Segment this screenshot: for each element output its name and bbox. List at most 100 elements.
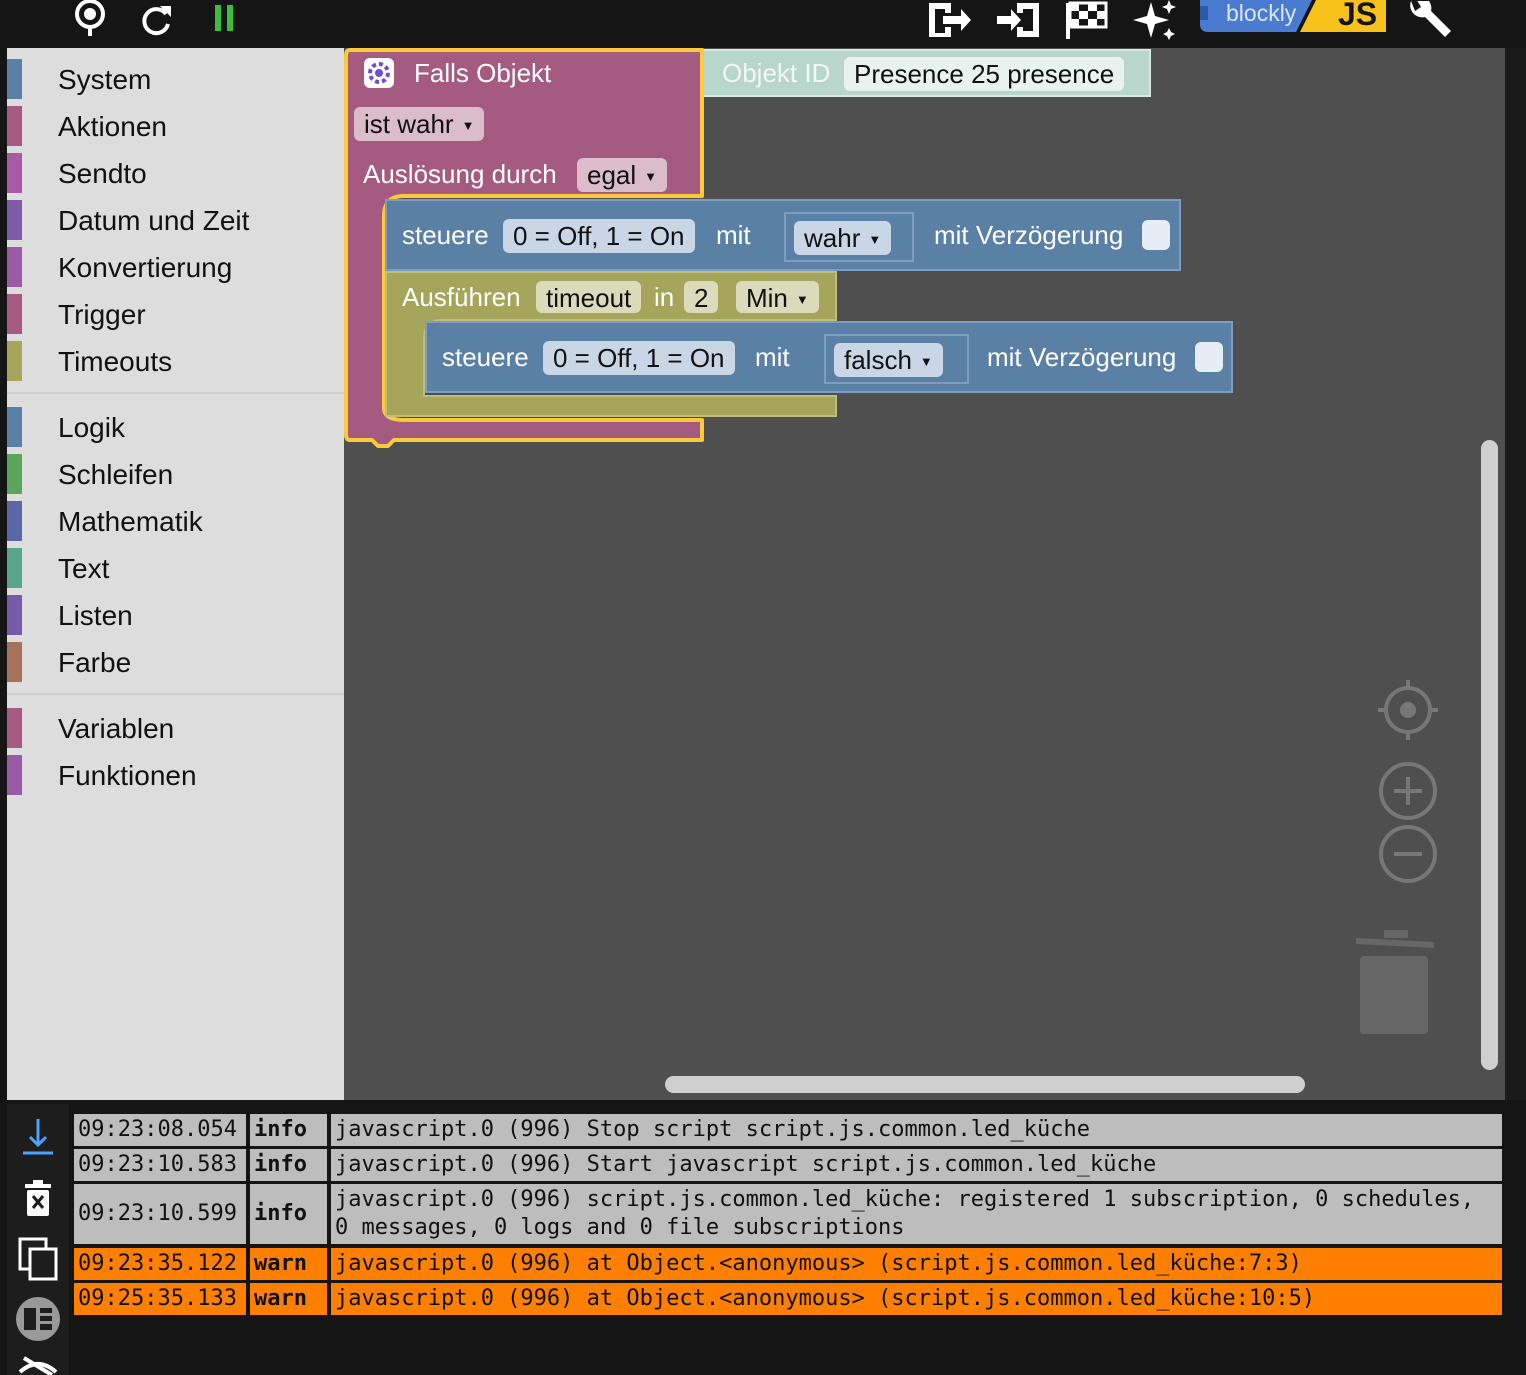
flag-icon[interactable]	[1062, 0, 1112, 40]
log-row: 09:23:08.054 info javascript.0 (996) Sto…	[74, 1114, 1502, 1146]
export-icon[interactable]	[924, 0, 974, 40]
locate-icon[interactable]	[66, 0, 114, 40]
hide-icon[interactable]	[15, 1352, 61, 1375]
log-row: 09:23:10.583 info javascript.0 (996) Sta…	[74, 1149, 1502, 1181]
category-label: Sendto	[58, 158, 147, 189]
zoom-out-icon[interactable]	[1378, 824, 1438, 884]
category-color	[7, 106, 22, 146]
category-color	[7, 153, 22, 193]
control2-with: mit	[755, 342, 790, 372]
log-time: 09:23:08.054	[74, 1114, 246, 1146]
control1-target-field[interactable]: 0 = Off, 1 = On	[503, 219, 695, 253]
category-color	[7, 341, 22, 381]
category-color	[7, 294, 22, 334]
control2-label: steuere	[442, 342, 529, 372]
trigger-title: Falls Objekt	[414, 58, 552, 88]
control1-value: wahr	[804, 223, 861, 253]
category-separator	[7, 693, 344, 695]
category-mathematik[interactable]: Mathematik	[7, 501, 344, 541]
layout-icon[interactable]	[15, 1296, 61, 1342]
category-logik[interactable]: Logik	[7, 407, 344, 447]
control2-target: 0 = Off, 1 = On	[553, 343, 725, 373]
log-row: 09:23:10.599 info javascript.0 (996) scr…	[74, 1184, 1502, 1244]
timeout-unit: Min	[746, 283, 788, 313]
trigger-value: egal	[587, 160, 637, 190]
control2-target-field[interactable]: 0 = Off, 1 = On	[543, 341, 735, 375]
category-text[interactable]: Text	[7, 548, 344, 588]
control2-delay-checkbox[interactable]	[1195, 342, 1223, 372]
timeout-amount-field[interactable]: 2	[684, 281, 719, 313]
wrench-icon[interactable]	[1404, 0, 1454, 40]
trigger-dropdown[interactable]: egal ▼	[577, 158, 668, 192]
control2-value-dropdown[interactable]: falsch ▼	[834, 343, 943, 377]
category-timeouts[interactable]: Timeouts	[7, 341, 344, 381]
category-datum-und-zeit[interactable]: Datum und Zeit	[7, 200, 344, 240]
object-id-label: Objekt ID	[722, 58, 831, 88]
horizontal-scrollbar[interactable]	[665, 1076, 1305, 1093]
scroll-down-icon[interactable]	[15, 1114, 61, 1160]
control1-delay-label: mit Verzögerung	[934, 220, 1124, 250]
blockly-workspace[interactable]: Falls Objekt ist wahr ▼ Auslösung durch e…	[344, 48, 1505, 1100]
chevron-down-icon: ▼	[868, 232, 882, 247]
category-variablen[interactable]: Variablen	[7, 708, 344, 748]
category-label: Mathematik	[58, 506, 203, 537]
category-farbe[interactable]: Farbe	[7, 642, 344, 682]
log-row-warn: 09:23:35.122 warn javascript.0 (996) at …	[74, 1248, 1502, 1280]
sparkle-icon[interactable]	[1130, 0, 1178, 40]
trash-icon[interactable]	[1354, 928, 1436, 1038]
category-sendto[interactable]: Sendto	[7, 153, 344, 193]
category-label: System	[58, 64, 152, 95]
category-label: Logik	[58, 412, 125, 443]
log-level: warn	[250, 1248, 327, 1280]
log-row-warn: 09:25:35.133 warn javascript.0 (996) at …	[74, 1283, 1502, 1315]
clear-log-icon[interactable]	[15, 1176, 61, 1222]
category-trigger[interactable]: Trigger	[7, 294, 344, 334]
log-time: 09:23:35.122	[74, 1248, 246, 1280]
category-aktionen[interactable]: Aktionen	[7, 106, 344, 146]
log-message: javascript.0 (996) at Object.<anonymous>…	[331, 1283, 1502, 1315]
category-color	[7, 59, 22, 99]
category-listen[interactable]: Listen	[7, 595, 344, 635]
trigger-gear-icon[interactable]	[364, 58, 394, 88]
blockly-logo-text: blockly	[1226, 0, 1297, 26]
category-label: Funktionen	[58, 760, 197, 791]
category-color	[7, 200, 22, 240]
blockly-js-logo: blockly JS	[1200, 0, 1386, 32]
category-color	[7, 595, 22, 635]
log-level: info	[250, 1184, 327, 1244]
category-label: Trigger	[58, 299, 146, 330]
category-color	[7, 454, 22, 494]
center-icon[interactable]	[1378, 680, 1438, 740]
object-id-field[interactable]: Presence 25 presence	[844, 57, 1125, 91]
chevron-down-icon: ▼	[644, 169, 658, 184]
category-separator	[7, 392, 344, 394]
category-funktionen[interactable]: Funktionen	[7, 755, 344, 795]
chevron-down-icon: ▼	[795, 292, 809, 307]
vertical-scrollbar[interactable]	[1481, 440, 1498, 1070]
js-logo-text: JS	[1338, 0, 1378, 32]
refresh-icon[interactable]	[136, 0, 176, 40]
control2-value: falsch	[844, 345, 912, 375]
log-time: 09:23:10.583	[74, 1149, 246, 1181]
category-color	[7, 501, 22, 541]
condition-value: ist wahr	[364, 109, 454, 139]
zoom-in-icon[interactable]	[1378, 761, 1438, 821]
block-canvas	[344, 48, 1233, 448]
log-time: 09:25:35.133	[74, 1283, 246, 1315]
category-label: Aktionen	[58, 111, 167, 142]
control1-value-dropdown[interactable]: wahr ▼	[794, 221, 892, 255]
import-icon[interactable]	[994, 0, 1044, 40]
category-label: Konvertierung	[58, 252, 233, 283]
timeout-unit-dropdown[interactable]: Min ▼	[736, 281, 819, 313]
condition-dropdown[interactable]: ist wahr ▼	[354, 107, 485, 141]
category-konvertierung[interactable]: Konvertierung	[7, 247, 344, 287]
timeout-name-field[interactable]: timeout	[536, 281, 642, 313]
category-system[interactable]: System	[7, 59, 344, 99]
timeout-name: timeout	[546, 283, 632, 313]
copy-icon[interactable]	[15, 1236, 61, 1282]
chevron-down-icon: ▼	[461, 118, 475, 133]
pause-icon[interactable]	[206, 0, 242, 40]
control1-delay-checkbox[interactable]	[1142, 220, 1170, 250]
category-schleifen[interactable]: Schleifen	[7, 454, 344, 494]
category-color	[7, 708, 22, 748]
